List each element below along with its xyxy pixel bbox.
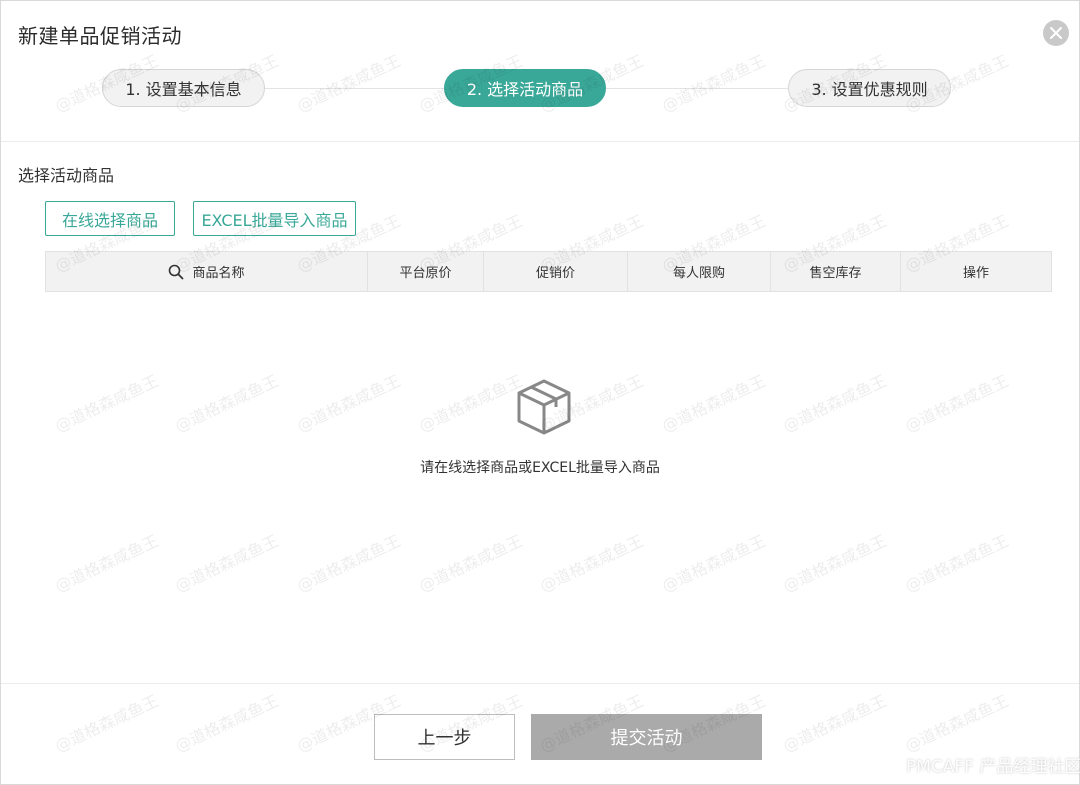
column-original-price: 平台原价 [368,252,484,291]
column-label: 商品名称 [192,266,245,281]
search-icon[interactable] [168,264,184,280]
column-promo-price: 促销价 [484,252,628,291]
online-select-button[interactable]: 在线选择商品 [45,201,175,236]
brand-watermark: PMCAFF 产品经理社区 [878,752,1080,777]
product-table-header: 商品名称 平台原价 促销价 每人限购 售空库存 操作 [45,251,1052,292]
submit-activity-button[interactable]: 提交活动 [531,714,762,760]
column-product-name[interactable]: 商品名称 [46,252,368,291]
brand-text: PMCAFF 产品经理社区 [906,757,1080,777]
footer-divider [1,683,1079,684]
box-icon [517,379,571,435]
previous-step-button[interactable]: 上一步 [374,714,515,760]
excel-import-button[interactable]: EXCEL批量导入商品 [193,201,356,236]
column-purchase-limit: 每人限购 [628,252,771,291]
step-select-products[interactable]: 2. 选择活动商品 [444,69,606,107]
pmcaff-logo-icon [878,758,900,771]
close-icon [1050,27,1062,39]
section-title: 选择活动商品 [18,166,115,185]
empty-state-text: 请在线选择商品或EXCEL批量导入商品 [420,460,660,476]
dialog-title: 新建单品促销活动 [18,24,182,48]
step-basic-info[interactable]: 1. 设置基本信息 [102,69,265,107]
close-button[interactable] [1043,20,1069,46]
column-sellout-stock: 售空库存 [771,252,901,291]
create-promotion-dialog: 新建单品促销活动 1. 设置基本信息 2. 选择活动商品 3. 设置优惠规则 选… [0,0,1080,785]
step-discount-rules[interactable]: 3. 设置优惠规则 [788,69,951,107]
header-divider [1,141,1079,142]
column-actions: 操作 [962,266,989,281]
